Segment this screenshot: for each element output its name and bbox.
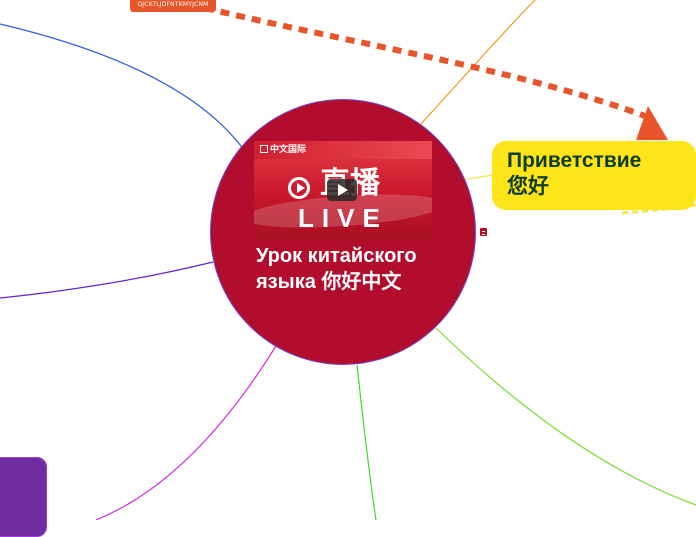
branch-line-green (356, 364, 377, 520)
branch-line-orange (419, 0, 536, 126)
branch-line-blue (0, 23, 245, 151)
thumbnail-logo-text: 中文国际 (270, 145, 307, 155)
relation-label[interactable]: GJCKTLJDFNTKMYJCNM (130, 0, 216, 12)
topic-node-greeting[interactable]: Приветствие 您好 (492, 141, 696, 210)
topic-greeting-line1: Приветствие (507, 149, 642, 172)
relation-arrowhead (636, 106, 668, 140)
thumbnail-live-text: LIVE (298, 203, 388, 233)
branch-line-yellow (461, 174, 495, 181)
note-icon[interactable] (479, 227, 488, 237)
central-topic-thumbnail[interactable]: 中文国际 直播 LIVE (254, 141, 432, 241)
branch-line-lime (435, 327, 696, 506)
logo-icon (260, 145, 268, 153)
topic-node-purple[interactable] (0, 457, 47, 537)
branch-line-indigo (0, 261, 214, 299)
topic-greeting-line2: 您好 (507, 175, 549, 198)
central-topic-title: Урок китайского языка 你好中文 (256, 245, 417, 293)
thumbnail-logo: 中文国际 (260, 144, 306, 156)
relation-arrow-line (204, 5, 647, 119)
video-play-button[interactable] (327, 179, 357, 201)
branch-line-magenta (95, 345, 277, 520)
play-circle-icon (288, 177, 310, 199)
